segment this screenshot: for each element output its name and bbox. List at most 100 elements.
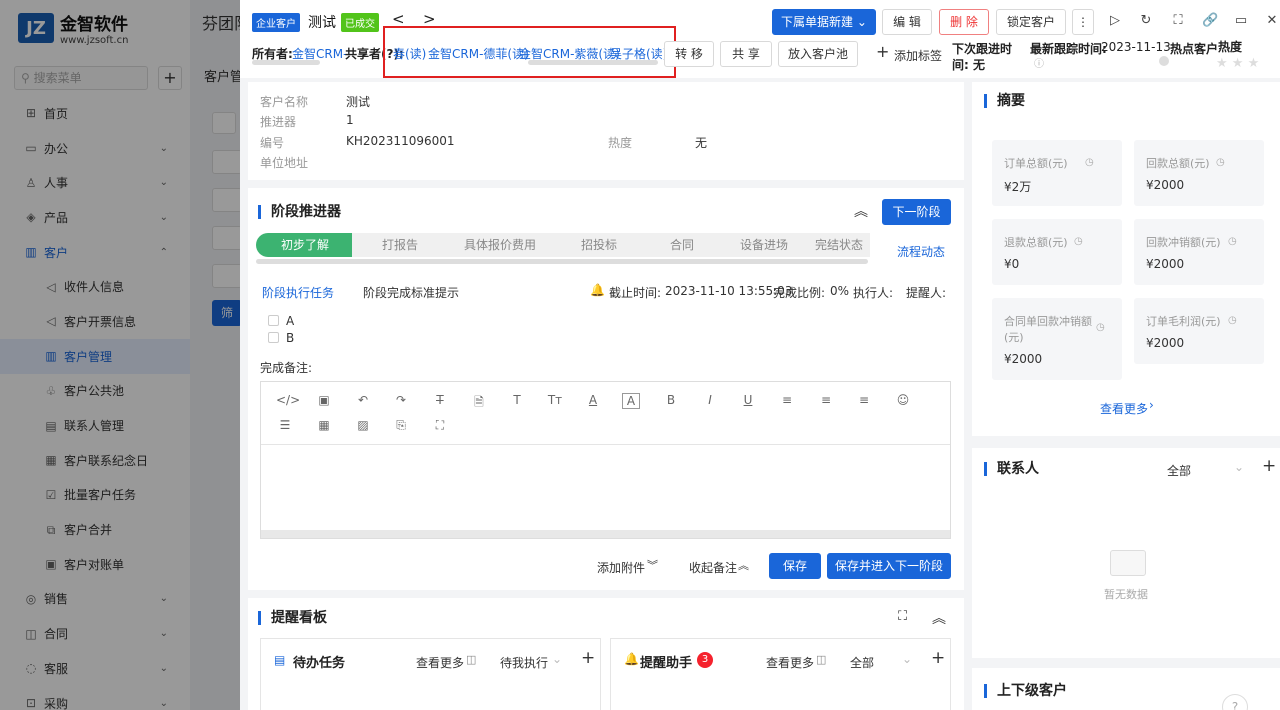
summary-stat-card: 合同单回款冲销额(元) ◷ ¥2000 xyxy=(992,298,1122,380)
field-value: 1 xyxy=(346,113,354,127)
collapse-icon[interactable]: ︽ xyxy=(854,201,868,221)
undo-icon[interactable]: ↶ xyxy=(354,393,372,407)
add-attachment-link[interactable]: 添加附件 xyxy=(597,559,645,576)
delete-button[interactable]: 删 除 xyxy=(939,9,989,35)
next-stage-button[interactable]: 下一阶段 xyxy=(882,199,951,225)
align-right-icon[interactable]: ≡ xyxy=(855,393,873,407)
next-follow-value: 间: 无 xyxy=(952,58,985,72)
chevron-right-icon[interactable]: › xyxy=(1149,398,1154,412)
refresh-icon[interactable]: ↻ xyxy=(1138,13,1154,29)
link-icon[interactable]: 🔗 xyxy=(1202,13,1218,29)
collapse-note-link[interactable]: 收起备注 xyxy=(689,559,737,576)
fullscreen-icon[interactable]: ⛶ xyxy=(898,609,907,624)
lock-customer-button[interactable]: 锁定客户 xyxy=(996,9,1066,35)
font-style-icon[interactable]: Tт xyxy=(546,393,564,407)
contacts-card: 联系人 全部 ⌄ + 暂无数据 xyxy=(972,448,1280,658)
chevron-down-icon[interactable]: ⌄ xyxy=(1234,460,1244,474)
align-center-icon[interactable]: ≡ xyxy=(817,393,835,407)
flow-dynamics-link[interactable]: 流程动态 xyxy=(897,243,945,260)
tab-stage-hint[interactable]: 阶段完成标准提示 xyxy=(363,284,459,301)
document-icon[interactable]: 🗎 xyxy=(470,393,488,414)
more-options-icon[interactable]: ⋮ xyxy=(1072,9,1094,35)
font-color-icon[interactable]: A xyxy=(584,393,602,407)
table-icon[interactable]: ▦ xyxy=(315,418,333,432)
add-contact-button[interactable]: + xyxy=(1262,456,1276,476)
task-checkbox[interactable] xyxy=(268,332,279,343)
stage-step[interactable]: 打报告 xyxy=(352,233,448,257)
chevron-down-icon[interactable]: ⌄ xyxy=(902,652,912,666)
transfer-button[interactable]: 转 移 xyxy=(664,41,714,67)
todo-title: 待办任务 xyxy=(293,656,346,671)
summary-more-link[interactable]: 查看更多 xyxy=(1100,400,1148,417)
font-size-icon[interactable]: T xyxy=(508,393,526,407)
field-label: 推进器 xyxy=(260,115,297,129)
reminder-board-card: 提醒看板 ⛶ ︽ ▤ 待办任务 查看更多 ◫ 待我执行 ⌄ + 🔔 提醒助手 3… xyxy=(248,598,964,710)
assistant-more-link[interactable]: 查看更多 xyxy=(766,654,814,671)
stage-step[interactable]: 合同 xyxy=(644,233,720,257)
save-and-next-button[interactable]: 保存并进入下一阶段 xyxy=(827,553,951,579)
help-icon[interactable]: ? xyxy=(1222,694,1248,710)
hot-toggle[interactable] xyxy=(1159,56,1169,66)
stage-step[interactable]: 具体报价费用 xyxy=(446,233,554,257)
stage-step[interactable]: 完结状态 xyxy=(808,233,870,257)
image-icon[interactable]: ▨ xyxy=(354,418,372,432)
bold-icon[interactable]: B xyxy=(662,393,680,407)
underline-icon[interactable]: U xyxy=(739,393,757,407)
tab-stage-tasks[interactable]: 阶段执行任务 xyxy=(262,284,334,301)
plus-icon[interactable]: + xyxy=(876,42,889,61)
share-button[interactable]: 共 享 xyxy=(720,41,772,67)
stat-value: ¥2000 xyxy=(1146,178,1185,192)
stage-scrollbar[interactable] xyxy=(256,259,868,264)
chevron-down-icon: ⌄ xyxy=(856,15,867,29)
scrollbar[interactable] xyxy=(252,60,320,65)
add-todo-button[interactable]: + xyxy=(581,648,595,668)
stage-step[interactable]: 招投标 xyxy=(552,233,646,257)
sub-document-create-button[interactable]: 下属单据新建 ⌄ xyxy=(772,9,876,35)
book-icon[interactable]: ◫ xyxy=(816,653,826,666)
close-icon[interactable]: ✕ xyxy=(1264,13,1280,29)
customer-detail-drawer: 企业客户 测试 已成交 < > 下属单据新建 ⌄ 编 辑 删 除 锁定客户 ⋮ … xyxy=(240,0,1280,710)
book-icon[interactable]: ◫ xyxy=(466,653,476,666)
chevron-down-icon[interactable]: ⌄ xyxy=(552,652,562,666)
todo-more-link[interactable]: 查看更多 xyxy=(416,654,464,671)
stat-value: ¥2000 xyxy=(1004,352,1043,366)
redo-icon[interactable]: ↷ xyxy=(392,393,410,407)
attachment-icon[interactable]: ⎘ xyxy=(392,418,410,433)
stat-label: 合同单回款冲销额(元) xyxy=(1004,315,1092,344)
fullscreen-icon[interactable]: ⛶ xyxy=(1170,13,1186,29)
summary-title: 摘要 xyxy=(984,94,1025,108)
save-button[interactable]: 保存 xyxy=(769,553,821,579)
add-reminder-button[interactable]: + xyxy=(931,648,945,668)
fullscreen-editor-icon[interactable]: ⛶ xyxy=(431,418,449,433)
heat-stars[interactable]: ★ ★ ★ xyxy=(1216,56,1259,71)
template-icon[interactable]: ▣ xyxy=(315,393,333,407)
edit-button[interactable]: 编 辑 xyxy=(882,9,932,35)
chevron-double-up-icon[interactable]: ︽ xyxy=(738,557,749,573)
italic-icon[interactable]: I xyxy=(701,393,719,407)
emoji-icon[interactable]: ☺ xyxy=(894,393,912,407)
code-view-icon[interactable]: </> xyxy=(276,393,300,407)
stage-step[interactable]: 设备进场 xyxy=(718,233,810,257)
monitor-icon[interactable]: ▭ xyxy=(1233,13,1249,29)
collapse-icon[interactable]: ︽ xyxy=(932,608,946,628)
contacts-filter-select[interactable]: 全部 xyxy=(1167,462,1191,479)
todo-filter-select[interactable]: 待我执行 xyxy=(500,654,548,671)
modal-overlay[interactable] xyxy=(0,0,240,710)
assistant-filter-select[interactable]: 全部 xyxy=(850,654,874,671)
deadline-label: 截止时间: xyxy=(609,286,662,300)
help-icon[interactable]: ⓘ xyxy=(1034,55,1044,70)
editor-resize-bar[interactable] xyxy=(261,530,950,538)
sub-document-create-label: 下属单据新建 xyxy=(781,15,854,29)
chevron-double-down-icon[interactable]: ︾ xyxy=(647,557,658,573)
align-left-icon[interactable]: ≡ xyxy=(778,393,796,407)
strikethrough-icon[interactable]: T̶ xyxy=(431,393,449,407)
stage-step-active[interactable]: 初步了解 xyxy=(256,233,354,257)
last-follow-value: 2023-11-13 xyxy=(1101,40,1171,54)
add-tag-link[interactable]: 添加标签 xyxy=(894,47,942,64)
play-icon[interactable]: ▷ xyxy=(1107,13,1123,29)
horizontal-rule-icon[interactable]: ☰ xyxy=(276,418,294,432)
task-checkbox[interactable] xyxy=(268,315,279,326)
background-color-icon[interactable]: A xyxy=(622,393,640,409)
put-in-pool-button[interactable]: 放入客户池 xyxy=(778,41,858,67)
clock-icon: ◷ xyxy=(1085,157,1094,168)
